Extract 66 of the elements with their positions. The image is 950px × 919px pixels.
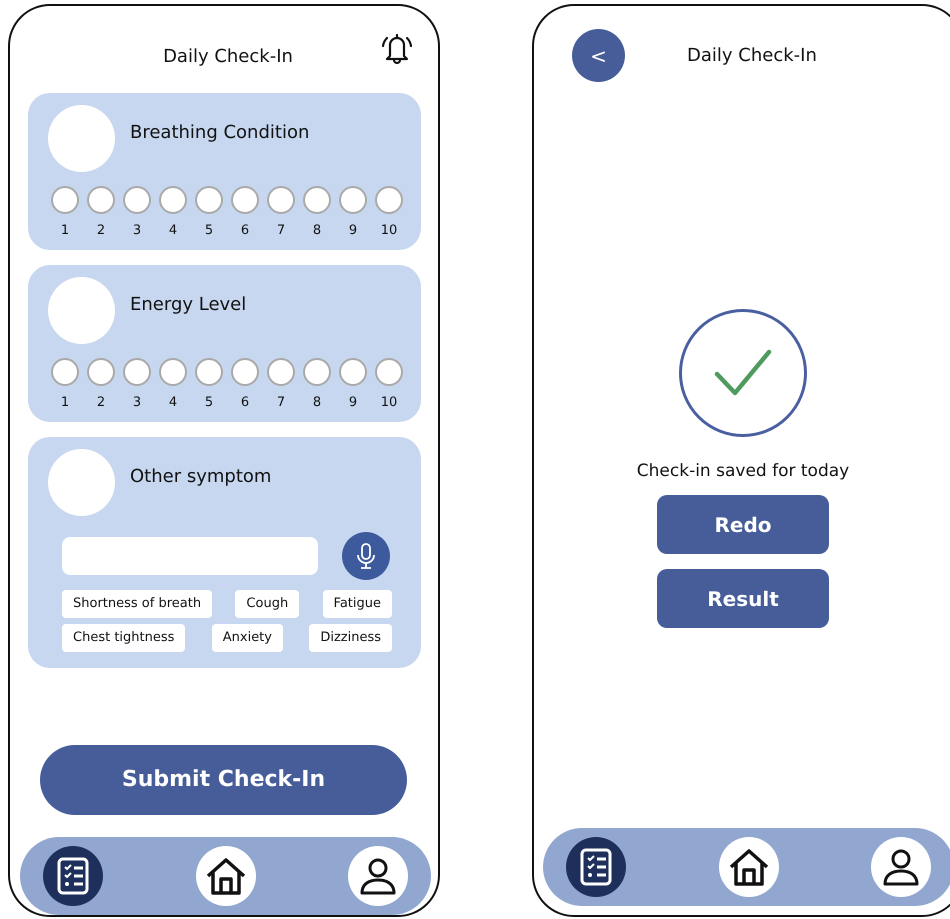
- rating-number: 1: [60, 394, 70, 412]
- submit-button[interactable]: Submit Check-In: [40, 744, 407, 815]
- microphone-icon: [355, 542, 377, 570]
- rating-number: 4: [168, 222, 178, 240]
- rating-radio[interactable]: [375, 186, 403, 214]
- rating-number: 9: [348, 394, 358, 412]
- rating-radio[interactable]: [231, 186, 259, 214]
- back-button[interactable]: <: [572, 29, 625, 82]
- rating-number: 4: [168, 394, 178, 412]
- checklist-icon: [579, 848, 613, 886]
- rating-number: 8: [312, 222, 322, 240]
- rating-number: 3: [132, 394, 142, 412]
- rating-number: 3: [132, 222, 142, 240]
- rating-number: 7: [276, 222, 286, 240]
- screen-title: Daily Check-In: [163, 46, 293, 67]
- screen-title: Daily Check-In: [687, 45, 817, 66]
- symptom-chip[interactable]: Anxiety: [212, 624, 283, 652]
- rating-radio[interactable]: [51, 358, 79, 386]
- rating-number: 6: [240, 394, 250, 412]
- rating-radio[interactable]: [267, 186, 295, 214]
- rating-number: 2: [96, 394, 106, 412]
- rating-number: 5: [204, 222, 214, 240]
- rating-radio[interactable]: [123, 186, 151, 214]
- rating-radio[interactable]: [231, 358, 259, 386]
- rating-radio[interactable]: [339, 358, 367, 386]
- rating-radio[interactable]: [303, 358, 331, 386]
- rating-number: 2: [96, 222, 106, 240]
- symptom-chip[interactable]: Chest tightness: [62, 624, 186, 652]
- question-title: Energy Level: [130, 294, 246, 315]
- rating-radio[interactable]: [267, 358, 295, 386]
- person-icon: [359, 857, 397, 895]
- rating-number: 1: [60, 222, 70, 240]
- rating-radio[interactable]: [87, 358, 115, 386]
- symptom-chip[interactable]: Cough: [235, 590, 300, 618]
- rating-radio[interactable]: [303, 186, 331, 214]
- microphone-button[interactable]: [342, 532, 390, 580]
- rating-number: 7: [276, 394, 286, 412]
- rating-radio[interactable]: [123, 358, 151, 386]
- rating-radio[interactable]: [195, 186, 223, 214]
- rating-radio[interactable]: [159, 358, 187, 386]
- person-icon: [882, 848, 920, 886]
- home-icon: [204, 857, 246, 895]
- rating-number: 9: [348, 222, 358, 240]
- rating-number: 5: [204, 394, 214, 412]
- symptom-chip[interactable]: Dizziness: [309, 624, 392, 652]
- checklist-icon: [56, 857, 90, 895]
- home-icon: [728, 848, 770, 886]
- rating-radio[interactable]: [339, 186, 367, 214]
- checkmark-icon: [713, 348, 773, 398]
- rating-number: 10: [380, 394, 398, 412]
- rating-number: 10: [380, 222, 398, 240]
- rating-number: 6: [240, 222, 250, 240]
- rating-radio[interactable]: [375, 358, 403, 386]
- question-title: Breathing Condition: [130, 122, 310, 143]
- action-button[interactable]: Redo: [657, 495, 829, 554]
- rating-radio[interactable]: [87, 186, 115, 214]
- question-title: Other symptom: [130, 466, 272, 487]
- rating-number: 8: [312, 394, 322, 412]
- symptom-input-field[interactable]: [62, 536, 318, 575]
- rating-radio[interactable]: [51, 186, 79, 214]
- symptom-chip[interactable]: Shortness of breath: [62, 590, 212, 618]
- rating-radio[interactable]: [159, 186, 187, 214]
- action-button[interactable]: Result: [657, 569, 829, 628]
- confirmation-message: Check-in saved for today: [636, 461, 850, 481]
- rating-radio[interactable]: [195, 358, 223, 386]
- symptom-chip[interactable]: Fatigue: [322, 590, 392, 618]
